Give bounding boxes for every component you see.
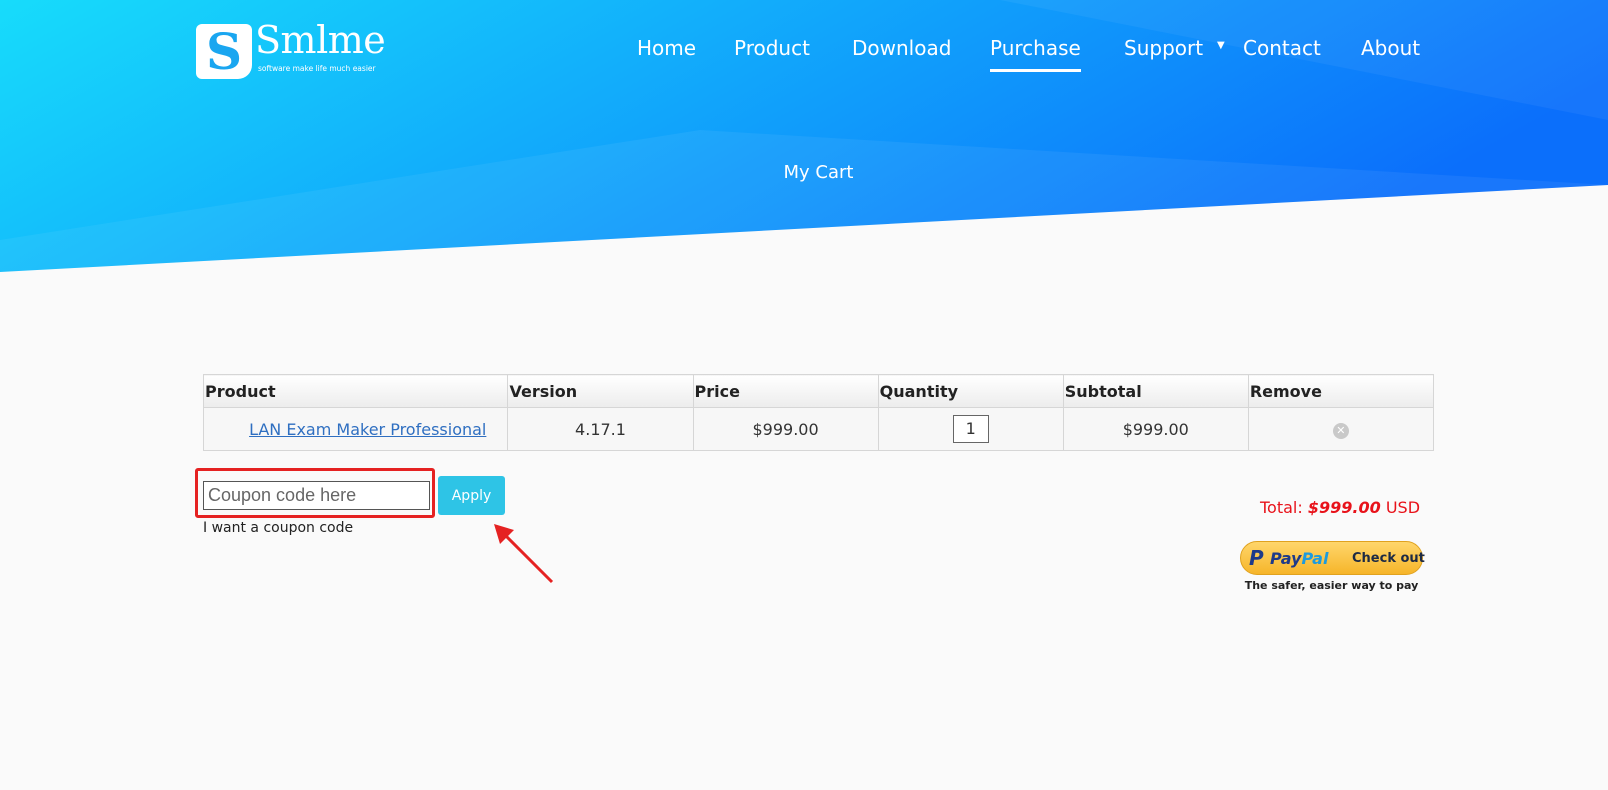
cart-header-row: Product Version Price Quantity Subtotal … xyxy=(202,374,1435,408)
paypal-checkout-button[interactable]: P PayPal Check out xyxy=(1240,541,1425,575)
col-quantity: Quantity xyxy=(877,374,1064,408)
quantity-input[interactable]: 1 xyxy=(952,415,989,443)
page-title: My Cart xyxy=(783,162,854,183)
total-label: Total: xyxy=(1260,498,1303,517)
remove-circle-icon[interactable]: ✕ xyxy=(1332,423,1349,439)
col-product: Product xyxy=(202,374,509,408)
apply-coupon-button[interactable]: Apply xyxy=(438,476,505,515)
paypal-logo-icon: P xyxy=(1249,546,1264,570)
col-version: Version xyxy=(507,374,694,408)
cell-product: LAN Exam Maker Professional xyxy=(202,407,509,451)
coupon-input[interactable] xyxy=(203,481,430,510)
nav-home[interactable]: Home xyxy=(637,36,696,60)
caret-down-icon[interactable]: ▼ xyxy=(1217,40,1225,51)
cell-price: $999.00 xyxy=(692,407,879,451)
want-coupon-link[interactable]: I want a coupon code xyxy=(203,520,353,536)
cart-total: Total: $999.00 USD xyxy=(1260,498,1420,517)
paypal-tagline: The safer, easier way to pay xyxy=(1244,579,1419,592)
cell-subtotal: $999.00 xyxy=(1062,407,1249,451)
col-remove: Remove xyxy=(1247,374,1435,408)
nav-download[interactable]: Download xyxy=(852,36,951,60)
paypal-wordmark: PayPal xyxy=(1270,549,1329,568)
col-price: Price xyxy=(692,374,879,408)
nav-support[interactable]: Support xyxy=(1124,36,1203,60)
cell-remove: ✕ xyxy=(1247,407,1435,451)
cart-table: Product Version Price Quantity Subtotal … xyxy=(202,374,1435,451)
paypal-button-label: Check out xyxy=(1352,551,1425,566)
cell-quantity: 1 xyxy=(877,407,1064,451)
nav-product[interactable]: Product xyxy=(734,36,810,60)
nav-about[interactable]: About xyxy=(1361,36,1420,60)
total-amount: $999.00 xyxy=(1307,498,1381,517)
product-link[interactable]: LAN Exam Maker Professional xyxy=(249,420,486,439)
table-row: LAN Exam Maker Professional 4.17.1 $999.… xyxy=(202,407,1435,451)
cell-version: 4.17.1 xyxy=(507,407,694,451)
total-currency: USD xyxy=(1385,498,1421,517)
nav-purchase[interactable]: Purchase xyxy=(990,36,1081,72)
col-subtotal: Subtotal xyxy=(1062,374,1249,408)
annotation-arrow-icon xyxy=(494,524,554,584)
nav-contact[interactable]: Contact xyxy=(1243,36,1321,60)
main-nav: Home Product Download Purchase Support ▼… xyxy=(0,36,1608,76)
